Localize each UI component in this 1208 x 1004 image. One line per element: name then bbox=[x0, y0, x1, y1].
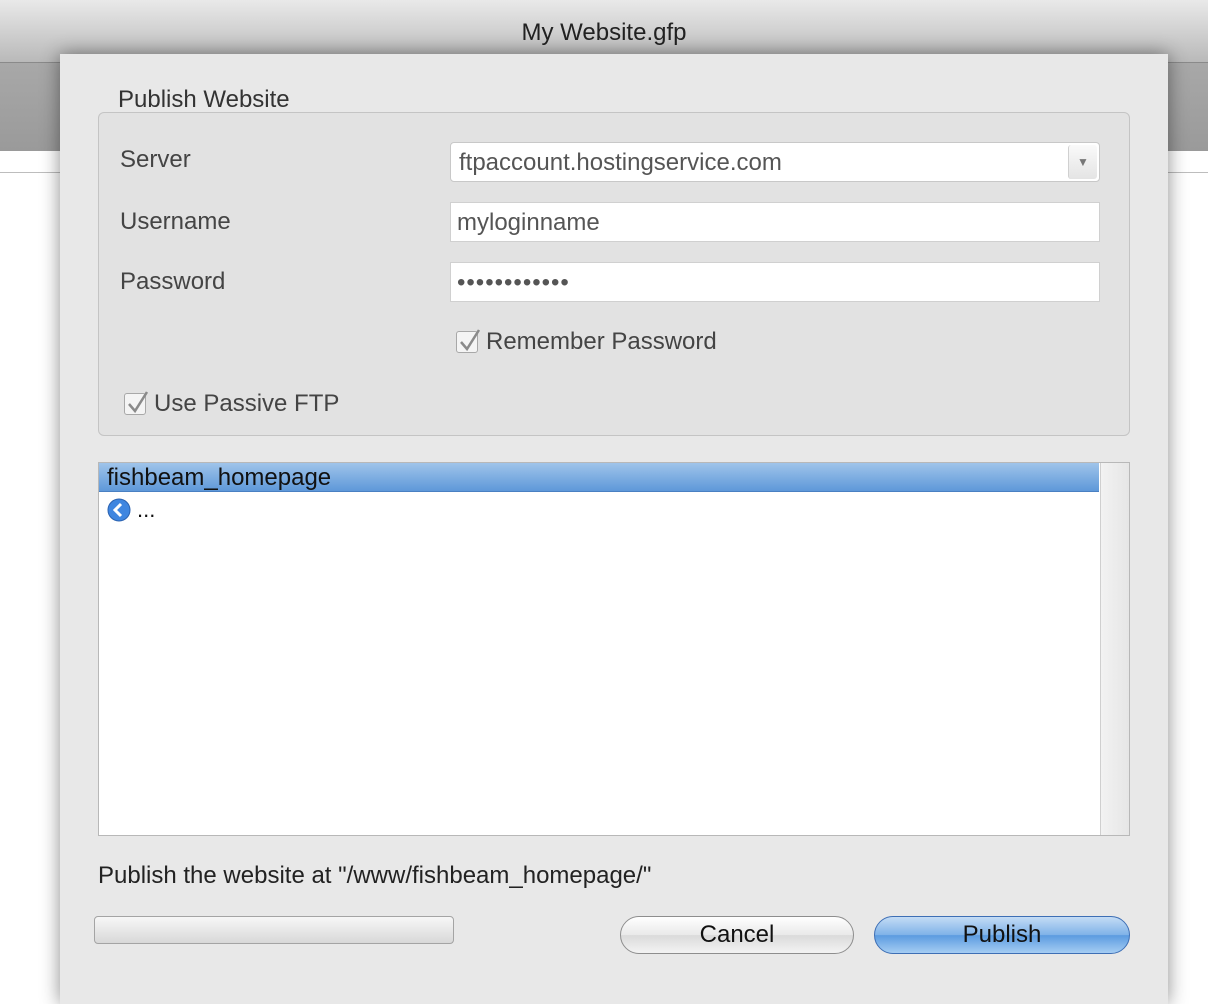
server-label: Server bbox=[120, 146, 191, 173]
back-arrow-icon[interactable] bbox=[107, 498, 131, 522]
cancel-button[interactable]: Cancel bbox=[620, 916, 854, 954]
username-value[interactable]: myloginname bbox=[457, 209, 600, 237]
progress-bar bbox=[94, 916, 454, 944]
publish-button[interactable]: Publish bbox=[874, 916, 1130, 954]
chevron-down-icon[interactable]: ▼ bbox=[1068, 145, 1097, 179]
publish-path-text: Publish the website at "/www/fishbeam_ho… bbox=[98, 862, 652, 889]
password-value[interactable]: •••••••••••• bbox=[457, 269, 570, 297]
checkbox-checked-icon[interactable] bbox=[456, 329, 481, 353]
current-folder-row[interactable]: fishbeam_homepage bbox=[99, 463, 1099, 492]
password-label: Password bbox=[120, 268, 226, 295]
username-label: Username bbox=[120, 208, 231, 235]
checkbox-checked-icon[interactable] bbox=[124, 391, 149, 415]
passive-ftp-label[interactable]: Use Passive FTP bbox=[154, 390, 339, 418]
publish-sheet: Publish Website Server ftpaccount.hostin… bbox=[60, 54, 1168, 1004]
parent-folder-label[interactable]: ... bbox=[137, 497, 155, 523]
passive-ftp-checkbox[interactable]: Use Passive FTP bbox=[124, 390, 339, 418]
password-field[interactable]: •••••••••••• bbox=[450, 262, 1100, 302]
username-field[interactable]: myloginname bbox=[450, 202, 1100, 242]
list-scrollbar[interactable] bbox=[1100, 463, 1129, 835]
remember-password-checkbox[interactable]: Remember Password bbox=[456, 328, 717, 356]
window-title: My Website.gfp bbox=[521, 19, 687, 46]
server-combobox[interactable]: ftpaccount.hostingservice.com ▼ bbox=[450, 142, 1100, 182]
remember-password-label[interactable]: Remember Password bbox=[486, 328, 717, 356]
server-value[interactable]: ftpaccount.hostingservice.com bbox=[459, 149, 782, 177]
group-title: Publish Website bbox=[118, 86, 290, 113]
parent-folder-item[interactable]: ... bbox=[107, 497, 155, 523]
ruler-left bbox=[0, 172, 60, 183]
current-folder-name[interactable]: fishbeam_homepage bbox=[107, 464, 331, 492]
remote-folder-browser[interactable]: fishbeam_homepage ... bbox=[98, 462, 1130, 836]
